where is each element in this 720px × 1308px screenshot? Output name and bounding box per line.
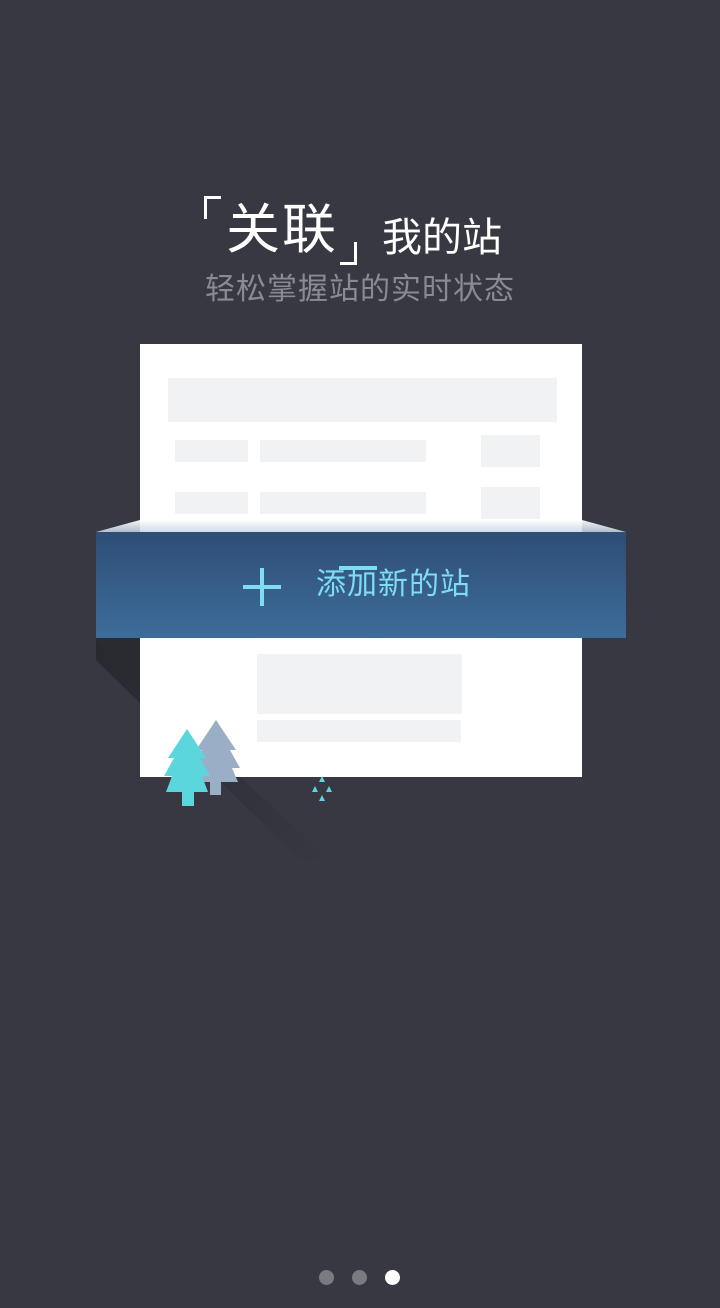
skeleton-cell xyxy=(481,435,540,467)
skeleton-line xyxy=(257,720,461,742)
skeleton-cell xyxy=(260,492,426,514)
skeleton-cell xyxy=(481,487,540,519)
banner-fold xyxy=(96,520,626,532)
add-station-button[interactable]: 添加新的站 xyxy=(96,532,626,638)
plus-icon-horizontal xyxy=(243,585,281,589)
skeleton-cell xyxy=(175,440,248,462)
sparkle-icon xyxy=(312,776,332,801)
skeleton-cell xyxy=(175,492,248,514)
skeleton-block xyxy=(257,654,462,714)
add-station-label: 添加新的站 xyxy=(316,567,471,602)
skeleton-header xyxy=(168,378,557,422)
page-dot[interactable] xyxy=(352,1270,367,1285)
onboarding-illustration xyxy=(96,344,626,860)
page-dot-active[interactable] xyxy=(385,1270,400,1285)
page-dot[interactable] xyxy=(319,1270,334,1285)
skeleton-cell xyxy=(260,440,426,462)
page-indicator xyxy=(0,1270,720,1286)
